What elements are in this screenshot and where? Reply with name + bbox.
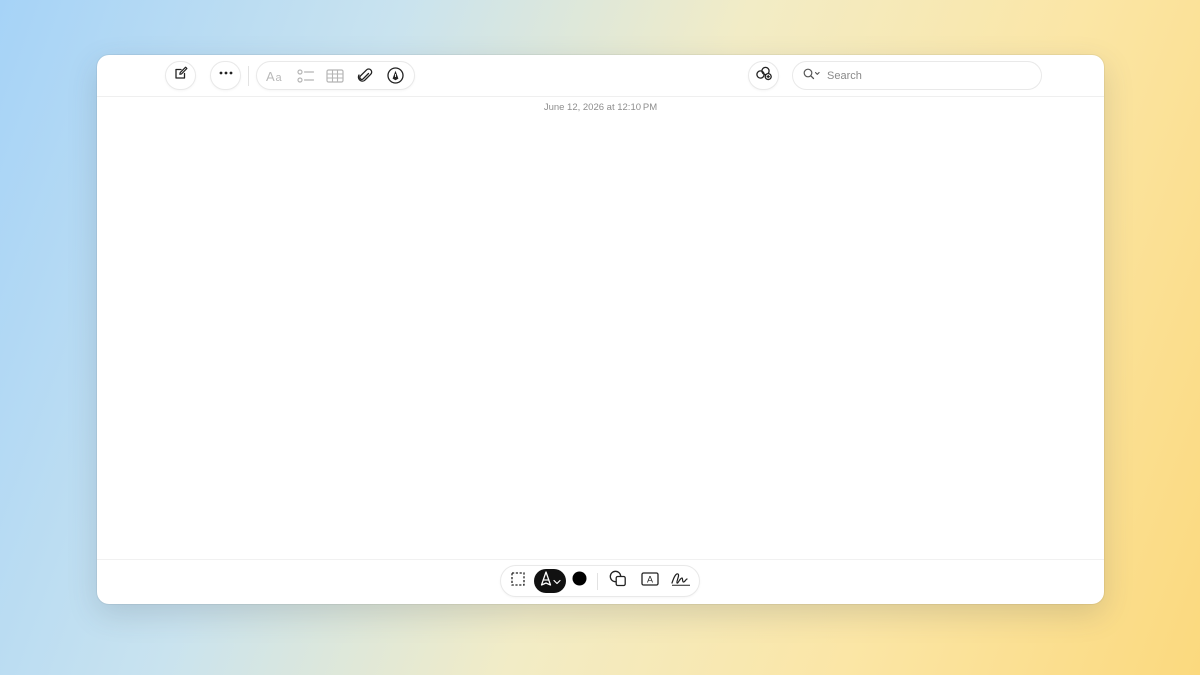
compose-icon — [173, 65, 189, 86]
checklist-button[interactable] — [292, 63, 320, 89]
format-tools-group: A a — [256, 61, 415, 90]
markup-pen-icon — [386, 67, 404, 84]
attachment-button[interactable] — [351, 63, 379, 89]
top-toolbar: A a — [97, 55, 1104, 97]
search-input[interactable] — [827, 69, 1027, 82]
text-format-icon: A a — [266, 69, 286, 83]
table-button[interactable] — [321, 63, 349, 89]
toolbar-separator — [248, 66, 249, 86]
notes-window: A a Search June 12, 2026 at 12:10 PM A — [97, 55, 1104, 604]
share-collaborate-button[interactable] — [748, 61, 779, 90]
color-picker-button[interactable] — [568, 569, 590, 593]
signature-icon — [670, 571, 692, 592]
table-icon — [326, 68, 345, 83]
bottom-bar: A — [97, 559, 1104, 604]
selection-tool-button[interactable] — [505, 569, 531, 593]
pen-tool-button[interactable] — [534, 569, 566, 593]
note-body-editor[interactable] — [97, 119, 1104, 560]
checklist-icon — [297, 68, 315, 83]
ellipsis-icon — [218, 65, 234, 86]
shapes-icon — [609, 570, 627, 592]
svg-text:A: A — [266, 69, 275, 83]
search-icon — [803, 67, 821, 85]
signature-tool-button[interactable] — [667, 569, 695, 593]
search-field[interactable] — [792, 61, 1042, 90]
svg-text:A: A — [647, 574, 653, 584]
markup-button[interactable] — [381, 63, 409, 89]
markup-divider — [597, 573, 598, 590]
chevron-down-icon — [553, 572, 561, 590]
text-box-tool-button[interactable]: A — [636, 569, 664, 593]
share-collaborate-icon — [755, 65, 773, 86]
note-timestamp: June 12, 2026 at 12:10 PM — [543, 102, 658, 113]
selection-icon — [510, 571, 526, 592]
compose-button[interactable] — [165, 61, 196, 90]
svg-text:a: a — [275, 72, 282, 83]
text-format-button[interactable]: A a — [262, 63, 290, 89]
pen-icon — [539, 570, 553, 592]
color-swatch — [572, 571, 587, 591]
paperclip-icon — [357, 67, 373, 84]
shapes-tool-button[interactable] — [604, 569, 632, 593]
more-options-button[interactable] — [210, 61, 241, 90]
text-box-icon: A — [641, 571, 659, 591]
markup-toolbar: A — [500, 565, 700, 597]
